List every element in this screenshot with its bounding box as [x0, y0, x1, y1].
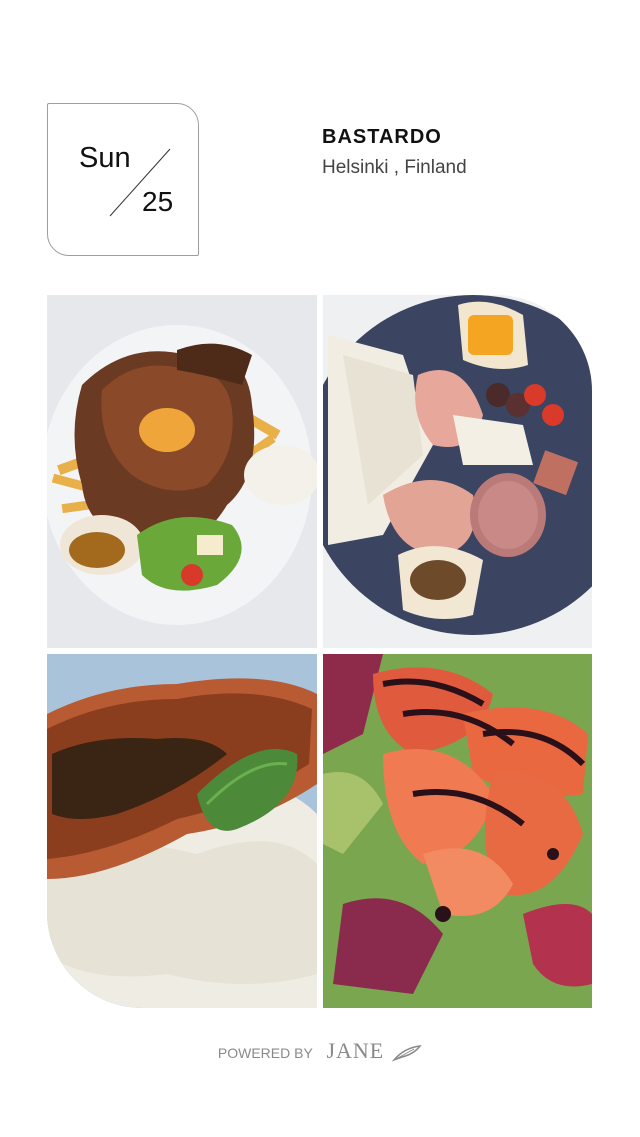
date-card: Sun 25: [47, 103, 199, 256]
venue-location: Helsinki , Finland: [322, 157, 467, 178]
salmon-dish-photo[interactable]: [47, 654, 317, 1008]
date-divider: [109, 148, 171, 217]
charcuterie-board-image: [323, 295, 592, 648]
date-number: 25: [142, 186, 174, 217]
salmon-dish-image: [47, 654, 317, 1008]
steak-plate-image: [47, 295, 317, 648]
steak-plate-photo[interactable]: [47, 295, 317, 648]
charcuterie-board-photo[interactable]: [323, 295, 592, 648]
feather-icon: [391, 1044, 422, 1065]
venue-name: BASTARDO: [322, 126, 442, 148]
date-day: Sun: [79, 142, 131, 174]
venue-info: BASTARDO Helsinki , Finland: [322, 126, 467, 179]
prosciutto-salad-image: [323, 654, 592, 1008]
powered-by-label: POWERED BY: [217, 1045, 313, 1061]
brand-logo: JANE: [326, 1038, 385, 1063]
prosciutto-salad-photo[interactable]: [323, 654, 592, 1008]
footer: POWERED BY JANE: [0, 1038, 640, 1065]
photo-collage: [47, 295, 592, 1008]
